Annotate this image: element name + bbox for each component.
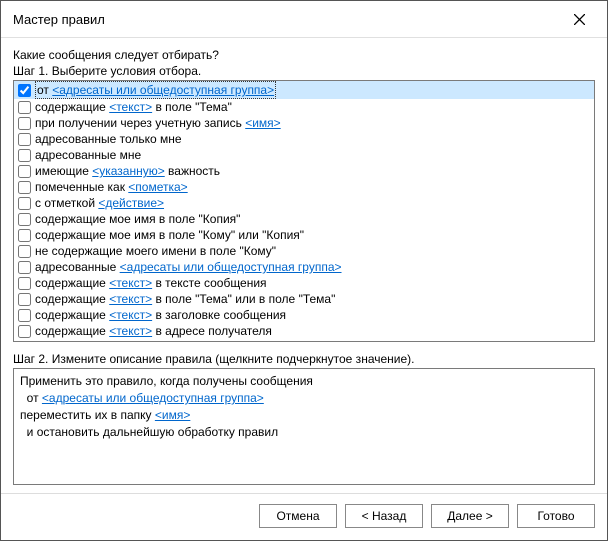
condition-row[interactable]: от <адресаты или общедоступная группа> (14, 81, 594, 99)
desc-line: от <адресаты или общедоступная группа> (20, 390, 588, 407)
condition-row[interactable]: содержащие <текст> в адресе получателя (14, 323, 594, 339)
condition-token-link[interactable]: <действие> (98, 196, 164, 210)
condition-checkbox[interactable] (18, 277, 31, 290)
prompt-text: Какие сообщения следует отбирать? (13, 48, 595, 62)
condition-row[interactable]: содержащие <текст> в адресе отправителя (14, 339, 594, 342)
condition-row[interactable]: содержащие мое имя в поле "Копия" (14, 211, 594, 227)
close-button[interactable] (559, 7, 599, 31)
condition-checkbox[interactable] (18, 341, 31, 343)
condition-checkbox[interactable] (18, 245, 31, 258)
condition-checkbox[interactable] (18, 165, 31, 178)
close-icon (574, 14, 585, 25)
condition-row[interactable]: содержащие <текст> в заголовке сообщения (14, 307, 594, 323)
condition-label: содержащие <текст> в адресе получателя (35, 323, 272, 339)
condition-row[interactable]: при получении через учетную запись <имя> (14, 115, 594, 131)
conditions-listbox[interactable]: от <адресаты или общедоступная группа>со… (13, 80, 595, 342)
condition-label: содержащие <текст> в адресе отправителя (35, 339, 278, 342)
condition-row[interactable]: имеющие <указанную> важность (14, 163, 594, 179)
condition-token-link[interactable]: <текст> (109, 340, 152, 342)
rules-wizard-dialog: Мастер правил Какие сообщения следует от… (0, 0, 608, 541)
condition-label: содержащие <текст> в поле "Тема" или в п… (35, 291, 335, 307)
condition-checkbox[interactable] (18, 229, 31, 242)
condition-row[interactable]: содержащие мое имя в поле "Кому" или "Ко… (14, 227, 594, 243)
condition-row[interactable]: содержащие <текст> в поле "Тема" (14, 99, 594, 115)
condition-label: содержащие мое имя в поле "Кому" или "Ко… (35, 227, 304, 243)
back-button[interactable]: < Назад (345, 504, 423, 528)
desc-line: Применить это правило, когда получены со… (20, 373, 588, 390)
desc-link-recipients[interactable]: <адресаты или общедоступная группа> (42, 391, 264, 405)
condition-label: адресованные мне (35, 147, 141, 163)
condition-row[interactable]: не содержащие моего имени в поле "Кому" (14, 243, 594, 259)
cancel-button[interactable]: Отмена (259, 504, 337, 528)
condition-label: от <адресаты или общедоступная группа> (35, 81, 276, 99)
condition-label: не содержащие моего имени в поле "Кому" (35, 243, 276, 259)
condition-label: имеющие <указанную> важность (35, 163, 220, 179)
finish-button[interactable]: Готово (517, 504, 595, 528)
condition-row[interactable]: содержащие <текст> в тексте сообщения (14, 275, 594, 291)
condition-checkbox[interactable] (18, 117, 31, 130)
condition-token-link[interactable]: <текст> (109, 276, 152, 290)
condition-checkbox[interactable] (18, 213, 31, 226)
dialog-title: Мастер правил (13, 12, 559, 27)
condition-token-link[interactable]: <адресаты или общедоступная группа> (52, 83, 274, 97)
condition-row[interactable]: адресованные только мне (14, 131, 594, 147)
dialog-content: Какие сообщения следует отбирать? Шаг 1.… (1, 38, 607, 493)
condition-checkbox[interactable] (18, 293, 31, 306)
desc-line: и остановить дальнейшую обработку правил (20, 424, 588, 441)
rule-description-box: Применить это правило, когда получены со… (13, 368, 595, 485)
condition-row[interactable]: с отметкой <действие> (14, 195, 594, 211)
condition-checkbox[interactable] (18, 197, 31, 210)
condition-token-link[interactable]: <текст> (109, 292, 152, 306)
condition-row[interactable]: адресованные мне (14, 147, 594, 163)
next-button[interactable]: Далее > (431, 504, 509, 528)
condition-token-link[interactable]: <текст> (109, 324, 152, 338)
condition-label: с отметкой <действие> (35, 195, 164, 211)
condition-label: при получении через учетную запись <имя> (35, 115, 281, 131)
condition-token-link[interactable]: <текст> (109, 308, 152, 322)
step2-label: Шаг 2. Измените описание правила (щелкни… (13, 352, 595, 366)
condition-label: содержащие мое имя в поле "Копия" (35, 211, 240, 227)
condition-checkbox[interactable] (18, 181, 31, 194)
condition-label: помеченные как <пометка> (35, 179, 188, 195)
condition-label: содержащие <текст> в поле "Тема" (35, 99, 232, 115)
condition-checkbox[interactable] (18, 84, 31, 97)
condition-checkbox[interactable] (18, 149, 31, 162)
button-bar: Отмена < Назад Далее > Готово (1, 493, 607, 540)
condition-checkbox[interactable] (18, 133, 31, 146)
condition-row[interactable]: адресованные <адресаты или общедоступная… (14, 259, 594, 275)
desc-line: переместить их в папку <имя> (20, 407, 588, 424)
condition-label: адресованные только мне (35, 131, 182, 147)
condition-token-link[interactable]: <имя> (245, 116, 280, 130)
titlebar: Мастер правил (1, 1, 607, 38)
condition-label: адресованные <адресаты или общедоступная… (35, 259, 342, 275)
condition-label: содержащие <текст> в тексте сообщения (35, 275, 267, 291)
condition-checkbox[interactable] (18, 325, 31, 338)
step1-label: Шаг 1. Выберите условия отбора. (13, 64, 595, 78)
condition-token-link[interactable]: <текст> (109, 100, 152, 114)
condition-checkbox[interactable] (18, 309, 31, 322)
condition-checkbox[interactable] (18, 101, 31, 114)
condition-token-link[interactable]: <указанную> (92, 164, 165, 178)
condition-token-link[interactable]: <пометка> (128, 180, 187, 194)
condition-checkbox[interactable] (18, 261, 31, 274)
condition-row[interactable]: содержащие <текст> в поле "Тема" или в п… (14, 291, 594, 307)
desc-link-folder[interactable]: <имя> (155, 408, 190, 422)
condition-row[interactable]: помеченные как <пометка> (14, 179, 594, 195)
condition-label: содержащие <текст> в заголовке сообщения (35, 307, 286, 323)
condition-token-link[interactable]: <адресаты или общедоступная группа> (120, 260, 342, 274)
